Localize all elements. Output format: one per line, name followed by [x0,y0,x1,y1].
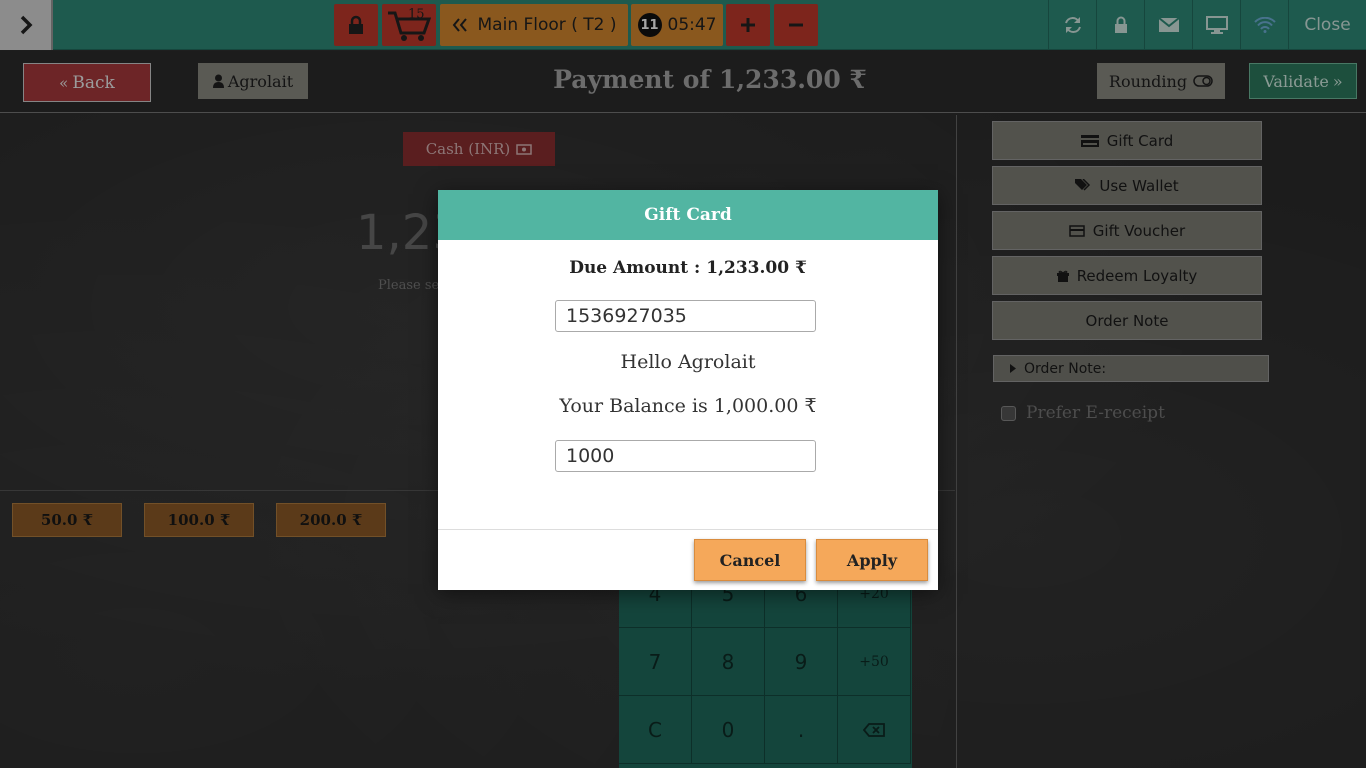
apply-button[interactable]: Apply [816,539,928,581]
cancel-button[interactable]: Cancel [694,539,806,581]
customer-greeting: Hello Agrolait [620,351,756,373]
dialog-footer-divider [438,529,938,530]
card-number-input[interactable] [555,300,816,332]
card-balance: Your Balance is 1,000.00 ₹ [559,395,817,417]
dialog-title: Gift Card [438,190,938,240]
amount-input[interactable] [555,440,816,472]
gift-card-dialog: Gift Card Due Amount : 1,233.00 ₹ Hello … [438,190,938,590]
due-amount: Due Amount : 1,233.00 ₹ [569,258,807,278]
